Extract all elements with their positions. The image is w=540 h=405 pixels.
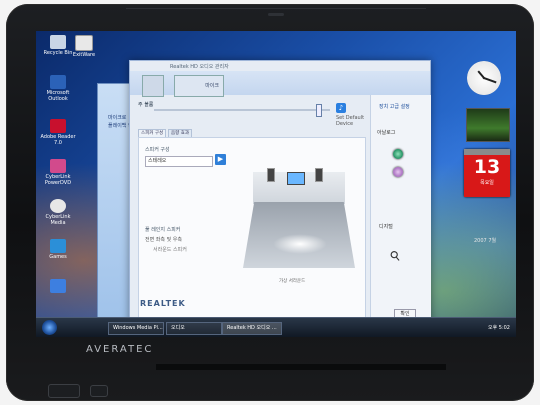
fullrange-front-checkbox[interactable]: 전면 좌측 및 우측 (145, 236, 182, 243)
volume-slider[interactable] (154, 104, 330, 117)
set-default-label: Set Default Device (336, 115, 365, 127)
room-caption: 가상 서라운드 (279, 279, 306, 284)
fullrange-surround-checkbox[interactable]: 서라운드 스피커 (153, 246, 187, 253)
webcam (268, 13, 284, 16)
desktop-icon-label: Adobe Reader 7.0 (40, 134, 76, 146)
room-sweet-spot (273, 234, 327, 254)
digital-label: 디지털 (379, 224, 393, 230)
outlook-icon (50, 75, 66, 89)
realtek-logo: REALTEK (140, 299, 186, 308)
monitor-icon (287, 172, 305, 185)
connector-label: 아날로그 (377, 130, 396, 136)
app-icon (75, 35, 93, 51)
tray-clock[interactable]: 오후 5:02 (488, 324, 510, 331)
hinge (156, 364, 446, 370)
taskbar: Windows Media Pl... 오디오 Realtek HD 오디오 .… (36, 317, 516, 337)
app-icon (50, 279, 66, 293)
desktop-icon-games[interactable]: Games (40, 239, 76, 260)
desktop-icon-label: Games (49, 254, 67, 260)
desktop-icon-extra[interactable] (40, 279, 76, 294)
calendar-gadget[interactable]: 13 목요일 (464, 149, 510, 197)
desktop-icon-powerdvd[interactable]: CyberLink PowerDVD (40, 159, 76, 186)
slideshow-gadget[interactable] (466, 108, 510, 142)
microphone-device-label: 마이크 (205, 83, 219, 89)
advanced-settings-link[interactable]: 장치 고급 설정 (379, 103, 410, 110)
calendar-month-label: 2007 7월 (474, 238, 497, 244)
play-test-button[interactable]: ▶ (215, 154, 226, 165)
tab-strip: 스피커 구성 음향 효과 (138, 129, 364, 139)
adobe-reader-icon (50, 119, 66, 133)
desktop-icon-label: ExitWare (72, 52, 96, 58)
fullrange-label: 풀 레인지 스피커 (145, 227, 181, 233)
cyberlink-icon (50, 199, 66, 213)
speaker-config-select[interactable]: 스테레오 (145, 156, 213, 167)
clock-minute-hand (482, 76, 497, 84)
green-jack-icon[interactable] (393, 149, 403, 159)
microphone-icon[interactable]: ⚲ (387, 248, 404, 266)
screen: Recycle Bin ExitWare Microsoft Outlook A… (36, 31, 516, 337)
sidepanel-line: 마이크로 (108, 115, 127, 121)
taskbar-item-realtek[interactable]: Realtek HD 오디오 ... (222, 322, 282, 335)
desktop-icon-cyberlink-media[interactable]: CyberLink Media (40, 199, 76, 226)
speaker-device-tab[interactable] (142, 75, 164, 97)
speaker-mute-icon[interactable]: ♪ (336, 103, 346, 113)
connector-sidebar: 장치 고급 설정 아날로그 디지털 ⚲ (370, 95, 431, 327)
calendar-day: 13 (473, 156, 501, 178)
volume-label: 주 볼륨 (138, 102, 154, 108)
config-label: 스피커 구성 (145, 147, 170, 153)
calendar-weekday: 목요일 (480, 180, 494, 186)
clock-gadget[interactable] (467, 61, 501, 95)
quick-button[interactable] (90, 385, 108, 397)
microphone-device-tab[interactable]: 마이크 (174, 75, 224, 97)
power-button[interactable] (48, 384, 80, 398)
recycle-bin-icon (50, 35, 66, 49)
start-button-icon[interactable] (42, 320, 57, 335)
desktop-icon-label: Microsoft Outlook (46, 90, 70, 102)
desktop-icon-adobe-reader[interactable]: Adobe Reader 7.0 (40, 119, 76, 146)
taskbar-item-media-player[interactable]: Windows Media Pl... (108, 322, 164, 335)
lid-top-edge (126, 8, 426, 9)
desktop-icon-outlook[interactable]: Microsoft Outlook (40, 75, 76, 102)
desktop-icon-exitware[interactable]: ExitWare (66, 35, 102, 58)
taskbar-item-audio[interactable]: 오디오 (166, 322, 222, 335)
window-title: Realtek HD 오디오 관리자 (170, 64, 229, 70)
realtek-audio-manager-window[interactable]: Realtek HD 오디오 관리자 마이크 주 볼륨 ♪ Set Defaul… (129, 60, 431, 328)
desktop-icon-label: CyberLink PowerDVD (44, 174, 72, 186)
pink-jack-icon[interactable] (393, 167, 403, 177)
desktop-icon-label: CyberLink Media (45, 214, 71, 226)
volume-slider-thumb[interactable] (316, 104, 322, 117)
calendar-body: 13 목요일 (464, 155, 510, 197)
laptop-frame: Recycle Bin ExitWare Microsoft Outlook A… (6, 4, 534, 401)
right-speaker-icon[interactable] (315, 168, 323, 182)
brand-label: AVERATEC (86, 344, 154, 355)
speaker-config-panel: 스피커 구성 스테레오 ▶ 가상 서라운드 풀 레인지 스피커 전면 좌측 및 … (138, 137, 366, 319)
games-icon (50, 239, 66, 253)
powerdvd-icon (50, 159, 66, 173)
left-speaker-icon[interactable] (267, 168, 275, 182)
